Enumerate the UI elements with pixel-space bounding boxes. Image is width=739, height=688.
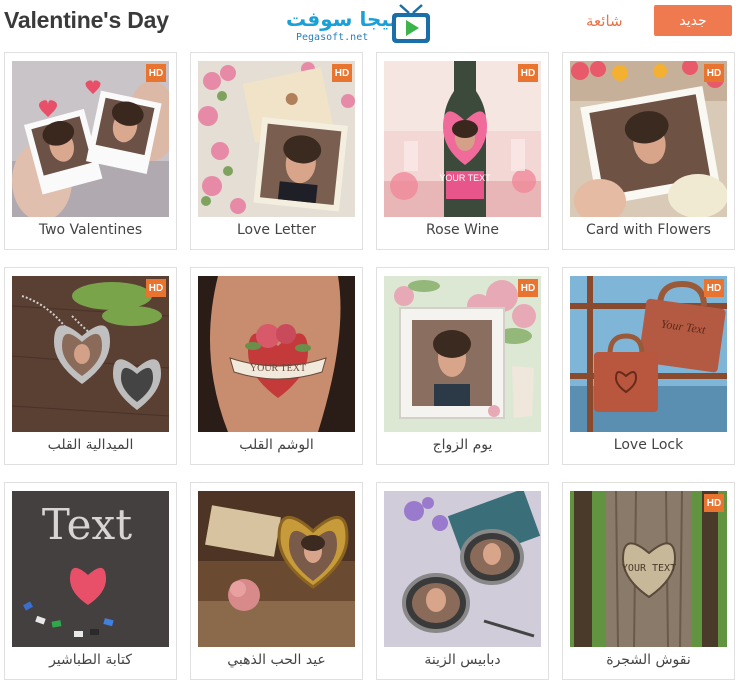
template-card[interactable]: HD Two Valentines [4, 52, 177, 250]
card-label: نقوش الشجرة [606, 652, 691, 668]
logo-arabic-text: بيجا سوفت [286, 7, 398, 31]
template-card[interactable]: دبابيس الزينة [376, 482, 549, 680]
tv-play-icon [392, 4, 430, 43]
template-card[interactable]: Text كتابة الطباشير [4, 482, 177, 680]
hd-badge: HD [146, 279, 166, 297]
template-card[interactable]: YOUR TEXT الوشم القلب [190, 267, 363, 465]
hd-badge: HD [704, 494, 724, 512]
template-card[interactable]: HD Love Letter [190, 52, 363, 250]
page-title: Valentine's Day [4, 7, 169, 33]
card-with-flowers-thumbnail: HD [570, 61, 727, 217]
card-label: الوشم القلب [239, 437, 314, 453]
decorative-pins-thumbnail [384, 491, 541, 647]
hd-badge: HD [146, 64, 166, 82]
chalk-writing-thumbnail: Text [12, 491, 169, 647]
tree-carving-thumbnail: YOUR TEXT HD [570, 491, 727, 647]
chalk-text: Text [42, 500, 132, 549]
heart-locket-thumbnail: HD [12, 276, 169, 432]
logo-english-text: Pegasoft.net [296, 32, 369, 43]
card-label: عيد الحب الذهبي [227, 652, 326, 668]
golden-valentine-thumbnail [198, 491, 355, 647]
tab-popular[interactable]: شائعة [586, 12, 623, 30]
new-button[interactable]: جديد [654, 5, 732, 36]
card-label: Two Valentines [38, 222, 143, 238]
card-label: دبابيس الزينة [424, 652, 501, 668]
carving-text: YOUR TEXT [622, 563, 676, 574]
template-card[interactable]: YOUR TEXT HD نقوش الشجرة [562, 482, 735, 680]
template-card[interactable]: Your Text HD Love Lock [562, 267, 735, 465]
template-card[interactable]: YOUR TEXT HD Rose Wine [376, 52, 549, 250]
card-label: Love Lock [613, 437, 684, 453]
rose-wine-thumbnail: YOUR TEXT HD [384, 61, 541, 217]
card-label: Love Letter [237, 222, 316, 238]
card-label: Card with Flowers [586, 222, 711, 238]
card-label: الميدالية القلب [47, 437, 134, 453]
hd-badge: HD [704, 279, 724, 297]
wine-label-text: YOUR TEXT [439, 173, 491, 183]
hd-badge: HD [518, 279, 538, 297]
header: Valentine's Day بيجا سوفت Pegasoft.net ش… [0, 0, 739, 44]
template-card[interactable]: HD Card with Flowers [562, 52, 735, 250]
template-card[interactable]: عيد الحب الذهبي [190, 482, 363, 680]
hd-badge: HD [704, 64, 724, 82]
love-letter-thumbnail: HD [198, 61, 355, 217]
card-label: كتابة الطباشير [49, 652, 132, 668]
template-card[interactable]: HD الميدالية القلب [4, 267, 177, 465]
wedding-day-thumbnail: HD [384, 276, 541, 432]
heart-tattoo-thumbnail: YOUR TEXT [198, 276, 355, 432]
hd-badge: HD [518, 64, 538, 82]
hd-badge: HD [332, 64, 352, 82]
two-valentines-thumbnail: HD [12, 61, 169, 217]
card-label: يوم الزواج [432, 437, 493, 453]
card-label: Rose Wine [426, 222, 499, 238]
template-card[interactable]: HD يوم الزواج [376, 267, 549, 465]
pegasoft-logo: بيجا سوفت Pegasoft.net [284, 3, 436, 47]
love-lock-thumbnail: Your Text HD [570, 276, 727, 432]
tattoo-text: YOUR TEXT [250, 363, 306, 374]
